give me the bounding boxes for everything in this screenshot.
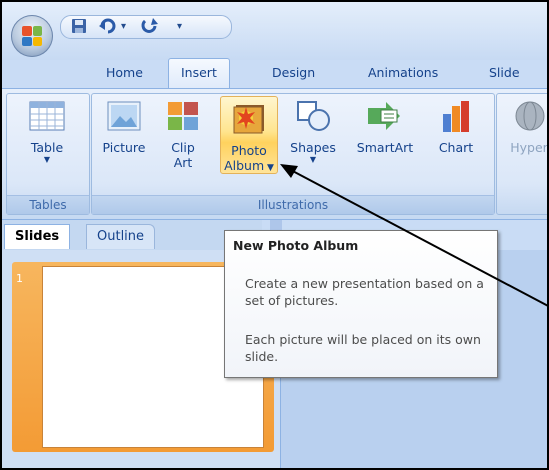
shapes-label: Shapes bbox=[290, 140, 336, 155]
group-tables: Table ▼ Tables bbox=[6, 93, 90, 215]
redo-icon[interactable] bbox=[141, 18, 159, 39]
chevron-down-icon: ▼ bbox=[309, 155, 317, 164]
tab-outline[interactable]: Outline bbox=[86, 224, 156, 249]
clip-art-label-2: Art bbox=[173, 155, 193, 170]
photo-album-button[interactable]: Photo Album ▼ bbox=[220, 96, 278, 174]
tooltip-description: Create a new presentation based on a set… bbox=[245, 276, 484, 308]
chart-icon bbox=[437, 98, 475, 134]
undo-icon[interactable] bbox=[99, 18, 117, 39]
title-bar: ▾ ▾ bbox=[2, 2, 547, 60]
smartart-button[interactable]: SmartArt bbox=[348, 98, 422, 155]
save-icon[interactable] bbox=[71, 18, 87, 39]
shapes-icon bbox=[294, 98, 332, 134]
picture-icon bbox=[105, 98, 143, 134]
tab-home[interactable]: Home bbox=[94, 59, 155, 87]
group-links: Hyper bbox=[496, 93, 548, 215]
picture-button[interactable]: Picture bbox=[96, 98, 152, 155]
group-label-tables: Tables bbox=[7, 195, 89, 214]
tooltip: New Photo Album Create a new presentatio… bbox=[224, 230, 498, 378]
photo-album-label-1: Photo bbox=[231, 143, 267, 158]
customize-qat-icon[interactable]: ▾ bbox=[177, 18, 182, 36]
globe-icon bbox=[510, 98, 547, 134]
table-label: Table bbox=[30, 140, 64, 155]
tooltip-note: Each picture will be placed on its own s… bbox=[245, 332, 481, 364]
smartart-label: SmartArt bbox=[356, 140, 414, 155]
tab-slide-show[interactable]: Slide Sh bbox=[477, 59, 547, 108]
tab-design[interactable]: Design bbox=[260, 59, 327, 87]
slide-number: 1 bbox=[16, 272, 23, 285]
smartart-icon bbox=[366, 98, 404, 134]
clip-art-button[interactable]: Clip Art bbox=[160, 98, 206, 170]
chart-button[interactable]: Chart bbox=[428, 98, 484, 155]
tab-insert[interactable]: Insert bbox=[168, 58, 230, 89]
office-logo-icon bbox=[22, 26, 42, 46]
tab-animations[interactable]: Animations bbox=[356, 59, 450, 87]
tooltip-title: New Photo Album bbox=[233, 238, 359, 253]
group-label-illustrations: Illustrations bbox=[92, 195, 494, 214]
clip-art-icon bbox=[164, 98, 202, 134]
photo-album-label-2: Album bbox=[224, 158, 265, 173]
photo-album-icon bbox=[230, 101, 268, 137]
picture-label: Picture bbox=[102, 140, 146, 155]
chevron-down-icon: ▼ bbox=[264, 163, 274, 173]
group-illustrations: Picture Clip Art Photo Album ▼ Shapes ▼ … bbox=[91, 93, 495, 215]
tab-slides[interactable]: Slides bbox=[4, 224, 71, 249]
chevron-down-icon: ▼ bbox=[43, 155, 51, 164]
clip-art-label-1: Clip bbox=[171, 140, 195, 155]
chart-label: Chart bbox=[438, 140, 474, 155]
quick-access-toolbar: ▾ ▾ bbox=[60, 15, 232, 39]
hyperlink-button[interactable]: Hyper bbox=[501, 98, 548, 155]
table-icon bbox=[28, 98, 66, 134]
table-button[interactable]: Table ▼ bbox=[15, 98, 79, 165]
shapes-button[interactable]: Shapes ▼ bbox=[284, 98, 342, 165]
pane-tabs: Slides Outline bbox=[2, 220, 262, 250]
office-button[interactable] bbox=[11, 15, 53, 57]
hyperlink-label: Hyper bbox=[510, 140, 548, 155]
undo-dropdown-icon[interactable]: ▾ bbox=[121, 18, 126, 36]
powerpoint-window: ▾ ▾ Home Insert Design Animations Slide … bbox=[0, 0, 549, 470]
ribbon: Table ▼ Tables Picture Clip Art Photo Al… bbox=[2, 88, 547, 220]
